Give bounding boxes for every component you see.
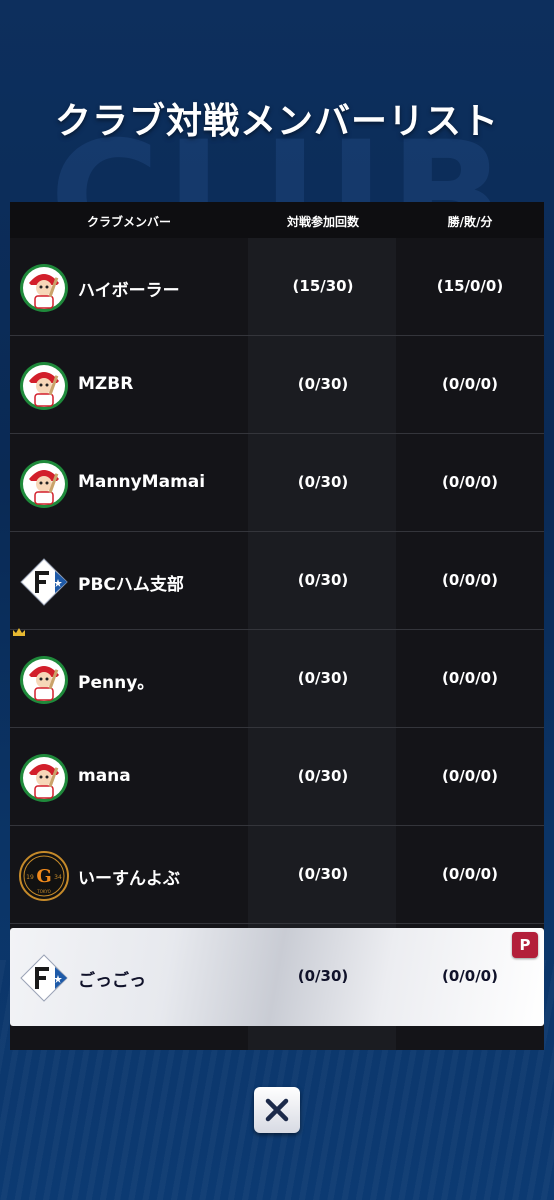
svg-text:19: 19 xyxy=(26,874,34,881)
participation-count: (0/30) xyxy=(297,767,349,785)
close-button[interactable] xyxy=(254,1087,300,1133)
win-loss-draw: (0/0/0) xyxy=(442,571,498,589)
svg-text:34: 34 xyxy=(54,874,62,881)
table-row[interactable]: MannyMamai (0/30) (0/0/0) xyxy=(10,434,544,532)
carp-mascot-icon xyxy=(20,754,68,802)
table-row[interactable]: MZBR (0/30) (0/0/0) xyxy=(10,336,544,434)
fighters-f-logo-icon xyxy=(20,954,68,1002)
carp-mascot-icon xyxy=(20,362,68,410)
table-row-current-player[interactable]: ごっごっ (0/30) (0/0/0) P xyxy=(10,928,544,1026)
member-list-panel: クラブメンバー 対戦参加回数 勝/敗/分 ハイボーラー (15/30) (15/… xyxy=(10,202,544,1050)
table-row[interactable]: PBCハム支部 (0/30) (0/0/0) xyxy=(10,532,544,630)
page-title: クラブ対戦メンバーリスト xyxy=(54,101,499,142)
table-row[interactable]: mana (0/30) (0/0/0) xyxy=(10,728,544,826)
close-icon xyxy=(265,1098,289,1122)
fighters-f-logo-icon xyxy=(20,558,68,606)
win-loss-draw: (0/0/0) xyxy=(442,375,498,393)
win-loss-draw: (0/0/0) xyxy=(442,967,498,985)
participation-count: (0/30) xyxy=(297,375,349,393)
header-member: クラブメンバー xyxy=(86,215,171,229)
member-name: MannyMamai xyxy=(78,472,206,492)
participation-count: (15/30) xyxy=(292,277,354,295)
member-name: ごっごっ xyxy=(78,971,146,991)
carp-mascot-icon xyxy=(20,264,68,312)
participation-count: (0/30) xyxy=(297,473,349,491)
carp-mascot-icon xyxy=(20,656,68,704)
win-loss-draw: (15/0/0) xyxy=(436,277,504,295)
crown-icon xyxy=(13,628,25,636)
participation-count: (0/30) xyxy=(297,571,349,589)
table-row[interactable]: Penny。 (0/30) (0/0/0) xyxy=(10,628,544,728)
header-record: 勝/敗/分 xyxy=(447,215,493,229)
member-name: いーすんよぶ xyxy=(78,869,180,889)
header-participation: 対戦参加回数 xyxy=(286,215,359,229)
win-loss-draw: (0/0/0) xyxy=(442,767,498,785)
player-badge: P xyxy=(512,932,538,958)
win-loss-draw: (0/0/0) xyxy=(442,865,498,883)
carp-mascot-icon xyxy=(20,460,68,508)
participation-count: (0/30) xyxy=(297,669,349,687)
member-name: PBCハム支部 xyxy=(78,575,184,595)
member-name: ハイボーラー xyxy=(78,281,180,301)
giants-g-logo-icon: G 19 34 TOKYO xyxy=(19,851,69,901)
participation-count: (0/30) xyxy=(297,967,349,985)
table-row[interactable]: ハイボーラー (15/30) (15/0/0) xyxy=(10,238,544,336)
member-name: Penny。 xyxy=(78,673,155,693)
win-loss-draw: (0/0/0) xyxy=(442,669,498,687)
participation-count: (0/30) xyxy=(297,865,349,883)
svg-text:TOKYO: TOKYO xyxy=(36,889,50,894)
table-row[interactable]: G 19 34 TOKYO いーすんよぶ (0/30) (0/0/0) xyxy=(10,826,544,924)
svg-text:G: G xyxy=(36,866,51,887)
member-name: mana xyxy=(78,766,131,786)
table-header: クラブメンバー 対戦参加回数 勝/敗/分 xyxy=(10,202,544,238)
member-name: MZBR xyxy=(78,374,134,394)
win-loss-draw: (0/0/0) xyxy=(442,473,498,491)
